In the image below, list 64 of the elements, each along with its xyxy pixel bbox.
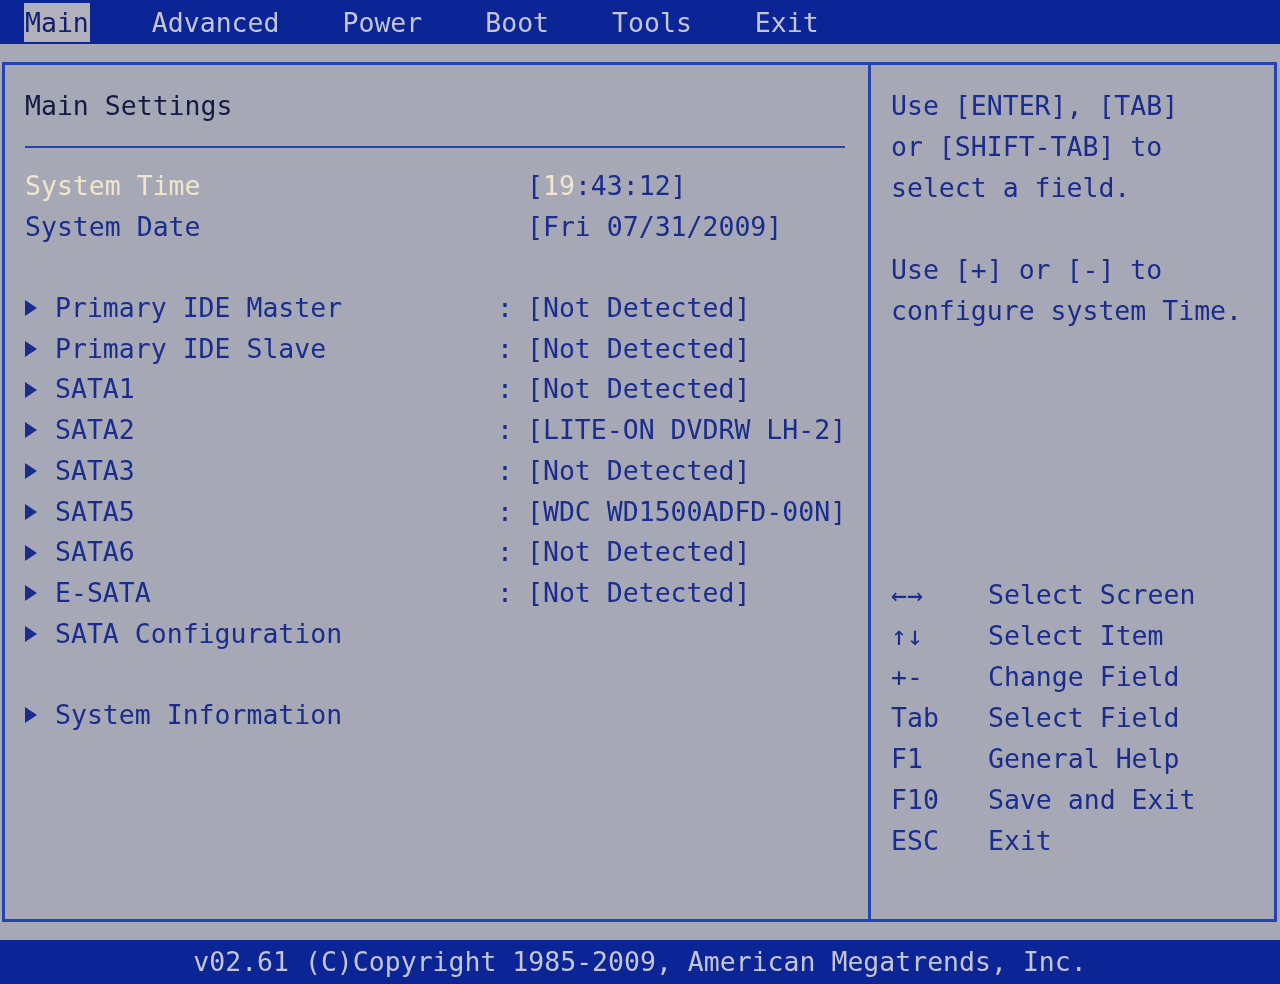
copyright-text: v02.61 (C)Copyright 1985-2009, American Megatrends, Inc. [193,945,1087,979]
menu-item[interactable]: Primary IDE Slave [55,328,327,370]
caret-icon [25,381,37,398]
caret-icon [25,341,37,358]
key-label: ←→ [891,578,924,612]
key-action: General Help [988,742,1180,776]
caret-icon [25,585,37,602]
colon-separator: : [497,372,513,407]
setting-value: [LITE-ON DVDRW LH-2] [527,413,847,448]
menu-tab[interactable]: Tools [611,3,693,42]
menu-item[interactable]: SATA5 [55,491,135,533]
caret-icon [25,544,37,561]
setting-value: [WDC WD1500ADFD-00N] [527,494,847,529]
section-title: Main Settings [25,89,233,123]
setting-value: [Not Detected] [527,331,751,366]
key-action: Change Field [988,660,1180,694]
setting-value: [Not Detected] [527,453,751,488]
menu-item[interactable]: SATA Configuration [55,613,343,655]
colon-separator: : [497,331,513,366]
help-text: Use [ENTER], [TAB] or [SHIFT-TAB] to select a field. [891,89,1179,205]
caret-icon [25,463,37,480]
caret-icon [25,422,37,439]
menu-tab[interactable]: Power [341,3,424,42]
menu-tab[interactable]: Main [24,3,90,42]
key-action: Select Screen [988,578,1196,612]
setting-value: [Not Detected] [527,372,751,407]
key-label: F1 [891,742,924,776]
key-label: Tab [891,701,940,735]
key-label: +- [891,660,924,694]
setting-value: [Not Detected] [527,291,751,326]
value-segment[interactable]: [ [527,170,543,201]
setting-value[interactable]: [Fri 07/31/2009] [527,206,783,248]
colon-separator: : [497,535,513,570]
key-action: Save and Exit [988,783,1196,817]
menu-item[interactable]: SATA6 [55,532,135,573]
key-label: ESC [891,824,940,858]
colon-separator: : [497,413,513,448]
menu-tab[interactable]: Boot [484,3,551,42]
menu-item[interactable]: Primary IDE Master [55,288,343,329]
caret-icon [25,300,37,317]
value-segment[interactable]: :43:12] [574,170,687,201]
key-action: Exit [988,824,1052,858]
setting-value: [Not Detected] [527,535,751,570]
menu-item[interactable]: System Information [55,694,343,736]
menu-item[interactable]: E-SATA [55,572,151,614]
caret-icon [25,503,37,520]
menu-tab[interactable]: Advanced [150,3,281,42]
key-action: Select Item [988,619,1164,653]
menu-item[interactable]: SATA1 [55,369,135,411]
setting-value: [Not Detected] [527,575,751,610]
caret-icon [25,707,37,724]
colon-separator: : [497,494,513,529]
key-action: Select Field [988,701,1180,735]
menu-tab[interactable]: Exit [753,3,820,42]
menu-item[interactable]: SATA2 [55,410,135,451]
key-label: F10 [891,783,940,817]
colon-separator: : [497,291,513,326]
key-label: ↑↓ [891,619,924,653]
menu-item[interactable]: System Date [25,206,201,248]
menu-item[interactable]: SATA3 [55,450,135,492]
help-text: Use [+] or [-] to configure system Time. [891,253,1242,328]
colon-separator: : [497,575,513,610]
colon-separator: : [497,453,513,488]
caret-icon [25,625,37,642]
